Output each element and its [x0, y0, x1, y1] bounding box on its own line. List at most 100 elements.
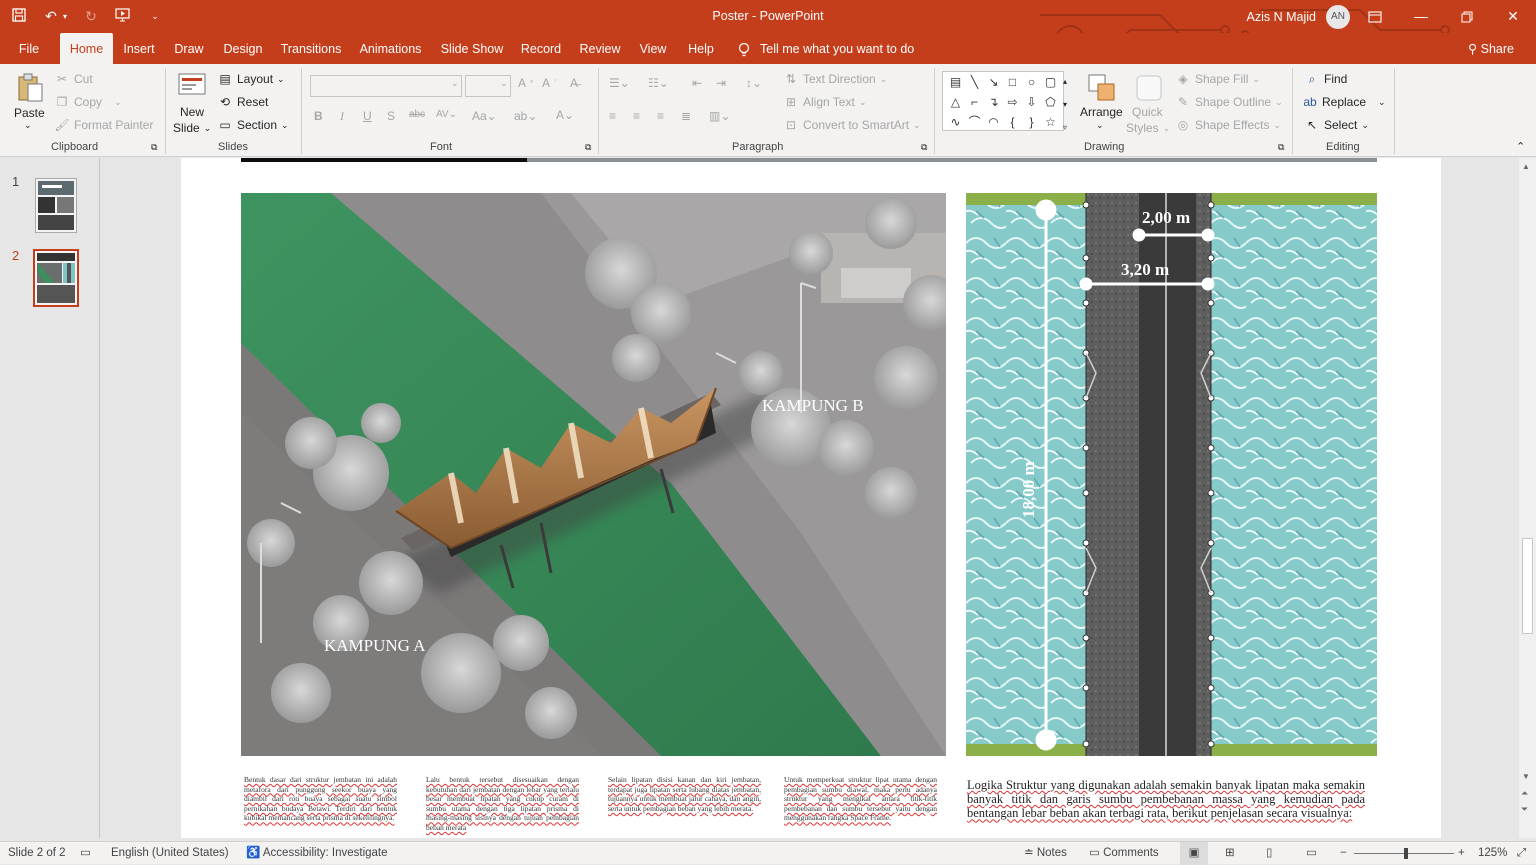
arrange-button[interactable]: Arrange: [1080, 105, 1123, 119]
increase-font-size-icon[interactable]: A ^: [518, 76, 533, 90]
chevron-up-icon[interactable]: ▴: [1063, 72, 1067, 91]
connector-shape-icon[interactable]: ⌐: [965, 92, 984, 112]
freeform-shape-icon[interactable]: ∿: [946, 112, 965, 132]
justify-icon[interactable]: ≣: [681, 109, 691, 123]
description-paragraph[interactable]: Bentuk dasar dari struktur jembatan ini …: [244, 775, 397, 823]
collapse-ribbon-icon[interactable]: ⌃: [1516, 140, 1525, 153]
highlight-icon[interactable]: ab⌄: [514, 109, 537, 123]
paste-dropdown-icon[interactable]: ⌄: [24, 120, 32, 131]
drawing-launcher-icon[interactable]: ⧉: [1278, 142, 1284, 153]
reset-button[interactable]: ⟲ Reset: [217, 94, 268, 110]
ribbon-display-options-icon[interactable]: [1352, 0, 1398, 33]
comments-button[interactable]: ▭ Comments: [1089, 842, 1159, 865]
tell-me-search[interactable]: Tell me what you want to do: [738, 33, 914, 64]
notes-button[interactable]: ≐ Notes: [1024, 842, 1067, 865]
slide-show-icon[interactable]: ▭: [1306, 842, 1317, 865]
tab-insert[interactable]: Insert: [118, 33, 160, 64]
restore-icon[interactable]: [1444, 0, 1490, 33]
avatar[interactable]: AN: [1326, 4, 1350, 29]
rounded-rect-shape-icon[interactable]: ▢: [1041, 72, 1060, 92]
tab-design[interactable]: Design: [218, 33, 268, 64]
bold-icon[interactable]: B: [314, 109, 323, 123]
quick-styles-dropdown[interactable]: Styles ⌄: [1126, 121, 1170, 135]
tab-home[interactable]: Home: [60, 33, 113, 64]
strikethrough-icon[interactable]: abc: [409, 109, 425, 120]
columns-icon[interactable]: ▥⌄: [709, 109, 730, 123]
logic-paragraph[interactable]: Logika Struktur yang digunakan adalah se…: [967, 778, 1365, 821]
more-icon[interactable]: ▿: [1063, 118, 1067, 137]
align-left-icon[interactable]: ≡: [609, 109, 616, 123]
triangle-shape-icon[interactable]: △: [946, 92, 965, 112]
oval-shape-icon[interactable]: ○: [1022, 72, 1041, 92]
customize-toolbar-icon[interactable]: ⌄: [146, 11, 164, 22]
save-icon[interactable]: [10, 8, 28, 25]
quick-styles-button[interactable]: Quick: [1132, 105, 1163, 119]
tab-record[interactable]: Record: [515, 33, 567, 64]
tab-file[interactable]: File: [10, 33, 48, 64]
section-button[interactable]: ▭ Section ⌄: [217, 117, 288, 133]
italic-icon[interactable]: I: [340, 109, 344, 124]
scroll-down-icon[interactable]: ▼: [1522, 772, 1530, 781]
align-right-icon[interactable]: ≡: [657, 109, 664, 123]
find-button[interactable]: ⌕ Find: [1304, 71, 1348, 87]
paragraph-launcher-icon[interactable]: ⧉: [921, 142, 927, 153]
paste-button[interactable]: Paste: [14, 106, 45, 120]
font-name-input[interactable]: [310, 75, 462, 97]
previous-slide-icon[interactable]: ⏶: [1521, 788, 1528, 799]
quick-styles-icon[interactable]: [1133, 72, 1165, 104]
text-shadow-icon[interactable]: S: [387, 109, 395, 123]
close-icon[interactable]: ✕: [1490, 0, 1536, 33]
tab-view[interactable]: View: [633, 33, 673, 64]
font-launcher-icon[interactable]: ⧉: [585, 142, 591, 153]
new-slide-dropdown[interactable]: Slide ⌄: [173, 121, 211, 135]
convert-smartart-button[interactable]: ⊡ Convert to SmartArt ⌄: [783, 117, 921, 133]
elbow-connector-shape-icon[interactable]: ↴: [984, 92, 1003, 112]
clipboard-launcher-icon[interactable]: ⧉: [151, 142, 157, 153]
slide-thumbnail[interactable]: [35, 178, 77, 233]
tab-review[interactable]: Review: [575, 33, 625, 64]
vertical-scrollbar[interactable]: ▲ ▼ ⏶ ⏷: [1519, 158, 1536, 838]
select-button[interactable]: ↖ Select ⌄: [1304, 117, 1369, 133]
accessibility-button[interactable]: ♿ Accessibility: Investigate: [246, 842, 388, 865]
new-slide-icon[interactable]: [176, 70, 208, 102]
decrease-font-size-icon[interactable]: Aˇ: [542, 76, 556, 90]
underline-icon[interactable]: U: [363, 109, 372, 123]
minimize-icon[interactable]: —: [1398, 0, 1444, 33]
tab-slide-show[interactable]: Slide Show: [436, 33, 508, 64]
slide-thumbnail-active[interactable]: [33, 249, 79, 307]
start-from-beginning-icon[interactable]: [114, 8, 132, 25]
undo-dropdown-icon[interactable]: ▾: [62, 12, 68, 21]
zoom-thumb[interactable]: [1404, 848, 1408, 859]
format-painter-button[interactable]: 🖌 Format Painter: [54, 117, 153, 133]
align-center-icon[interactable]: ≡: [633, 109, 640, 123]
numbering-icon[interactable]: ☷⌄: [648, 76, 669, 90]
tab-transitions[interactable]: Transitions: [277, 33, 345, 64]
description-paragraph[interactable]: Lalu bentuk tersebut disesuaikan dengan …: [426, 775, 579, 833]
shapes-gallery[interactable]: ▤ ╲ ↘ □ ○ ▢ △ ⌐ ↴ ⇨ ⇩ ⬠ ∿ ⌒ ◠{} ☆: [942, 71, 1064, 131]
replace-button[interactable]: ab Replace ⌄: [1302, 94, 1385, 110]
pentagon-shape-icon[interactable]: ⬠: [1041, 92, 1060, 112]
scroll-up-icon[interactable]: ▲: [1522, 162, 1530, 171]
copy-button[interactable]: ❐ Copy ⌄: [54, 94, 122, 110]
description-paragraph[interactable]: Selain lipatan disisi kanan dan kiri jem…: [608, 775, 761, 813]
brace-left-shape-icon[interactable]: {: [1003, 112, 1022, 132]
fit-slide-icon[interactable]: ⤢: [1517, 842, 1526, 865]
shape-effects-button[interactable]: ◎ Shape Effects ⌄: [1175, 117, 1281, 133]
undo-icon[interactable]: ↶: [42, 8, 60, 25]
normal-view-icon[interactable]: ▣: [1180, 842, 1208, 865]
increase-indent-icon[interactable]: ⇥: [716, 76, 726, 90]
font-size-dropdown-icon[interactable]: ⌄: [500, 78, 508, 89]
font-color-icon[interactable]: A⌄: [556, 108, 574, 122]
user-account[interactable]: Azis N Majid AN: [1247, 0, 1350, 33]
decrease-indent-icon[interactable]: ⇤: [692, 76, 702, 90]
arrange-dropdown-icon[interactable]: ⌄: [1096, 120, 1104, 131]
clear-formatting-icon[interactable]: A̶: [570, 76, 578, 90]
reading-view-icon[interactable]: ▯: [1266, 842, 1272, 865]
zoom-out-icon[interactable]: −: [1340, 842, 1347, 865]
font-name-dropdown-icon[interactable]: ⌄: [451, 78, 459, 89]
line-shape-icon[interactable]: ╲: [965, 72, 984, 92]
description-paragraph[interactable]: Untuk memperkuat struktur lipat utama de…: [784, 775, 937, 823]
tab-draw[interactable]: Draw: [169, 33, 209, 64]
zoom-slider[interactable]: [1354, 842, 1454, 865]
bridge-plan-drawing[interactable]: 2,00 m 3,20 m 18,00 m: [966, 193, 1377, 756]
